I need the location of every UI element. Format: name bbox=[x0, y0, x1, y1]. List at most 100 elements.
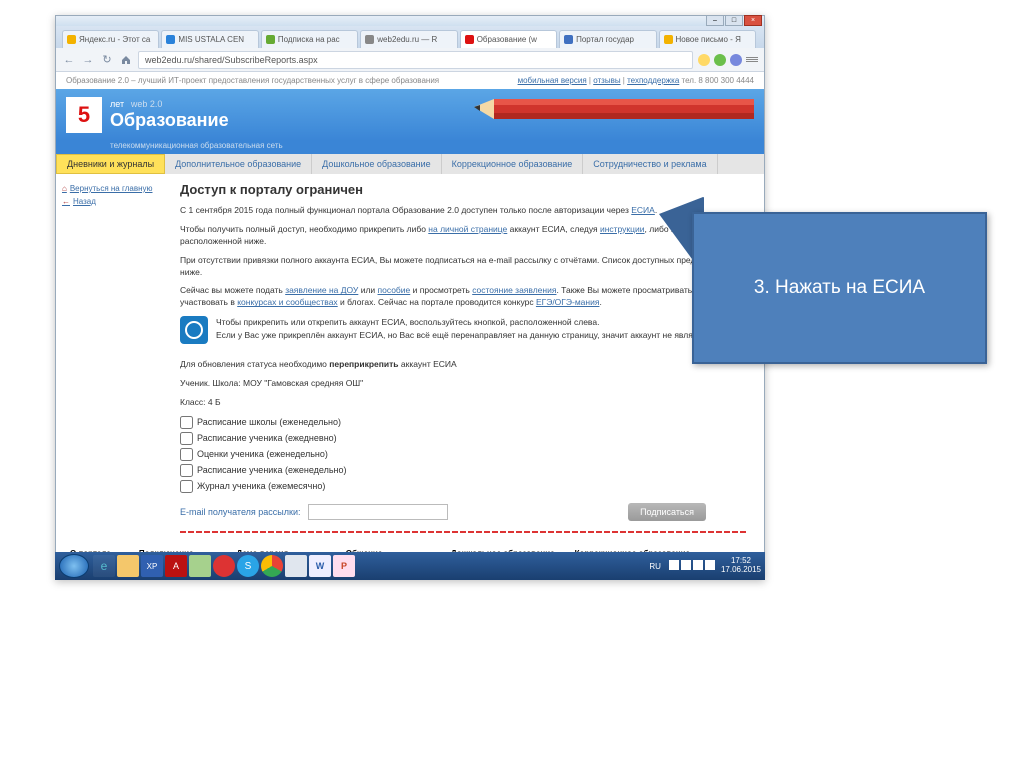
tray-lang[interactable]: RU bbox=[649, 562, 661, 571]
browser-tab[interactable]: Новое письмо - Я bbox=[659, 30, 756, 48]
email-input[interactable] bbox=[308, 504, 448, 520]
report-option[interactable]: Расписание школы (еженедельно) bbox=[180, 416, 746, 429]
report-checkbox[interactable] bbox=[180, 480, 193, 493]
mobile-link[interactable]: мобильная версия bbox=[518, 76, 587, 85]
report-checkbox[interactable] bbox=[180, 416, 193, 429]
chrome-menu-icon[interactable] bbox=[746, 54, 758, 66]
report-checkbox[interactable] bbox=[180, 464, 193, 477]
page-title: Доступ к порталу ограничен bbox=[180, 182, 746, 197]
logo-years: лет bbox=[110, 99, 124, 109]
taskbar-word-icon[interactable]: W bbox=[309, 555, 331, 577]
instruction-link[interactable]: инструкции bbox=[600, 224, 645, 234]
taskbar-app-icon[interactable]: XP bbox=[141, 555, 163, 577]
benefit-link[interactable]: пособие bbox=[378, 285, 411, 295]
instruction-callout: 3. Нажать на ЕСИА bbox=[692, 212, 987, 364]
nav-tab[interactable]: Дошкольное образование bbox=[312, 154, 441, 174]
phone-text: тел. 8 800 300 4444 bbox=[682, 76, 754, 85]
window-titlebar: – □ × bbox=[56, 16, 764, 26]
favicon-icon bbox=[664, 35, 673, 44]
forward-button[interactable]: → bbox=[81, 53, 95, 67]
browser-tab[interactable]: MIS USTALA CEN bbox=[161, 30, 258, 48]
tray-clock[interactable]: 17:52 17.06.2015 bbox=[721, 557, 761, 575]
browser-window: – □ × Яндекс.ru - Этот са MIS USTALA CEN П… bbox=[55, 15, 765, 580]
extension-icon[interactable] bbox=[698, 54, 710, 66]
ege-contest-link[interactable]: ЕГЭ/ОГЭ-мания bbox=[536, 297, 600, 307]
callout-text: 3. Нажать на ЕСИА bbox=[754, 277, 925, 299]
extension-icon[interactable] bbox=[730, 54, 742, 66]
main-nav: Дневники и журналыДополнительное образов… bbox=[56, 154, 764, 174]
taskbar-app-icon[interactable] bbox=[189, 555, 211, 577]
taskbar-app-icon[interactable] bbox=[285, 555, 307, 577]
site-banner: 5 лет web 2.0 Образование bbox=[56, 89, 764, 141]
report-checkbox[interactable] bbox=[180, 448, 193, 461]
esia-info-block: Чтобы прикрепить или открепить аккаунт Е… bbox=[216, 316, 722, 341]
extension-icon[interactable] bbox=[714, 54, 726, 66]
divider-squiggle bbox=[180, 531, 746, 533]
window-maximize-button[interactable]: □ bbox=[725, 15, 743, 26]
url-input[interactable]: web2edu.ru/shared/SubscribeReports.aspx bbox=[138, 51, 693, 69]
brand-title: Образование bbox=[110, 110, 229, 131]
esia-button-icon[interactable] bbox=[180, 316, 208, 344]
tab-label: Портал государ bbox=[576, 35, 634, 44]
system-tray: RU 17:52 17.06.2015 bbox=[649, 557, 761, 575]
favicon-icon bbox=[266, 35, 275, 44]
nav-tab[interactable]: Дневники и журналы bbox=[56, 154, 165, 174]
tray-icons[interactable] bbox=[667, 560, 715, 572]
back-button[interactable]: ← bbox=[62, 53, 76, 67]
nav-tab[interactable]: Коррекционное образование bbox=[442, 154, 584, 174]
favicon-icon bbox=[465, 35, 474, 44]
start-button[interactable] bbox=[59, 554, 89, 578]
browser-address-bar: ← → ↻ web2edu.ru/shared/SubscribeReports… bbox=[56, 48, 764, 72]
tab-label: Образование (w bbox=[477, 35, 537, 44]
browser-tab[interactable]: Яндекс.ru - Этот са bbox=[62, 30, 159, 48]
taskbar-skype-icon[interactable]: S bbox=[237, 555, 259, 577]
sidebar-back-link[interactable]: Назад bbox=[62, 197, 170, 206]
report-option[interactable]: Оценки ученика (еженедельно) bbox=[180, 448, 746, 461]
esia-link[interactable]: ЕСИА bbox=[631, 205, 655, 215]
dou-application-link[interactable]: заявление на ДОУ bbox=[285, 285, 358, 295]
nav-tab[interactable]: Сотрудничество и реклама bbox=[583, 154, 717, 174]
tab-label: web2edu.ru — R bbox=[377, 35, 437, 44]
favicon-icon bbox=[67, 35, 76, 44]
nav-tab[interactable]: Дополнительное образование bbox=[165, 154, 312, 174]
browser-tab[interactable]: Портал государ bbox=[559, 30, 656, 48]
home-button[interactable] bbox=[119, 53, 133, 67]
window-close-button[interactable]: × bbox=[744, 15, 762, 26]
tab-label: MIS USTALA CEN bbox=[178, 35, 244, 44]
favicon-icon bbox=[166, 35, 175, 44]
taskbar-opera-icon[interactable] bbox=[213, 555, 235, 577]
site-topline: Образование 2.0 – лучший ИТ-проект предо… bbox=[56, 72, 764, 89]
personal-page-link[interactable]: на личной странице bbox=[428, 224, 507, 234]
topline-text: Образование 2.0 – лучший ИТ-проект предо… bbox=[66, 76, 439, 85]
subscribe-button[interactable]: Подписаться bbox=[628, 503, 706, 521]
site-logo[interactable]: 5 bbox=[66, 97, 102, 133]
report-option[interactable]: Журнал ученика (ежемесячно) bbox=[180, 480, 746, 493]
taskbar-explorer-icon[interactable] bbox=[117, 555, 139, 577]
topline-right: мобильная версия | отзывы | техподдержка… bbox=[518, 76, 754, 85]
taskbar-ie-icon[interactable]: e bbox=[93, 555, 115, 577]
report-option[interactable]: Расписание ученика (еженедельно) bbox=[180, 464, 746, 477]
taskbar-powerpoint-icon[interactable]: P bbox=[333, 555, 355, 577]
class-info: Класс: 4 Б bbox=[180, 397, 746, 409]
application-status-link[interactable]: состояние заявления bbox=[472, 285, 556, 295]
browser-tab[interactable]: web2edu.ru — R bbox=[360, 30, 457, 48]
support-link[interactable]: техподдержка bbox=[627, 76, 679, 85]
taskbar-chrome-icon[interactable] bbox=[261, 555, 283, 577]
reviews-link[interactable]: отзывы bbox=[593, 76, 620, 85]
report-option[interactable]: Расписание ученика (ежедневно) bbox=[180, 432, 746, 445]
browser-tab[interactable]: Подписка на рас bbox=[261, 30, 358, 48]
taskbar-adobe-icon[interactable]: A bbox=[165, 555, 187, 577]
report-checklist: Расписание школы (еженедельно) Расписание… bbox=[180, 416, 746, 493]
sidebar-home-link[interactable]: Вернуться на главную bbox=[62, 184, 170, 193]
window-minimize-button[interactable]: – bbox=[706, 15, 724, 26]
report-checkbox[interactable] bbox=[180, 432, 193, 445]
web20-label: web 2.0 bbox=[131, 99, 163, 109]
pencil-graphic bbox=[474, 97, 754, 129]
email-label: E-mail получателя рассылки: bbox=[180, 507, 300, 517]
favicon-icon bbox=[365, 35, 374, 44]
reload-button[interactable]: ↻ bbox=[100, 53, 114, 67]
tab-label: Яндекс.ru - Этот са bbox=[79, 35, 150, 44]
contests-link[interactable]: конкурсах и сообществах bbox=[237, 297, 337, 307]
browser-tabstrip: Яндекс.ru - Этот са MIS USTALA CEN Подписк… bbox=[56, 26, 764, 48]
browser-tab[interactable]: Образование (w bbox=[460, 30, 557, 48]
